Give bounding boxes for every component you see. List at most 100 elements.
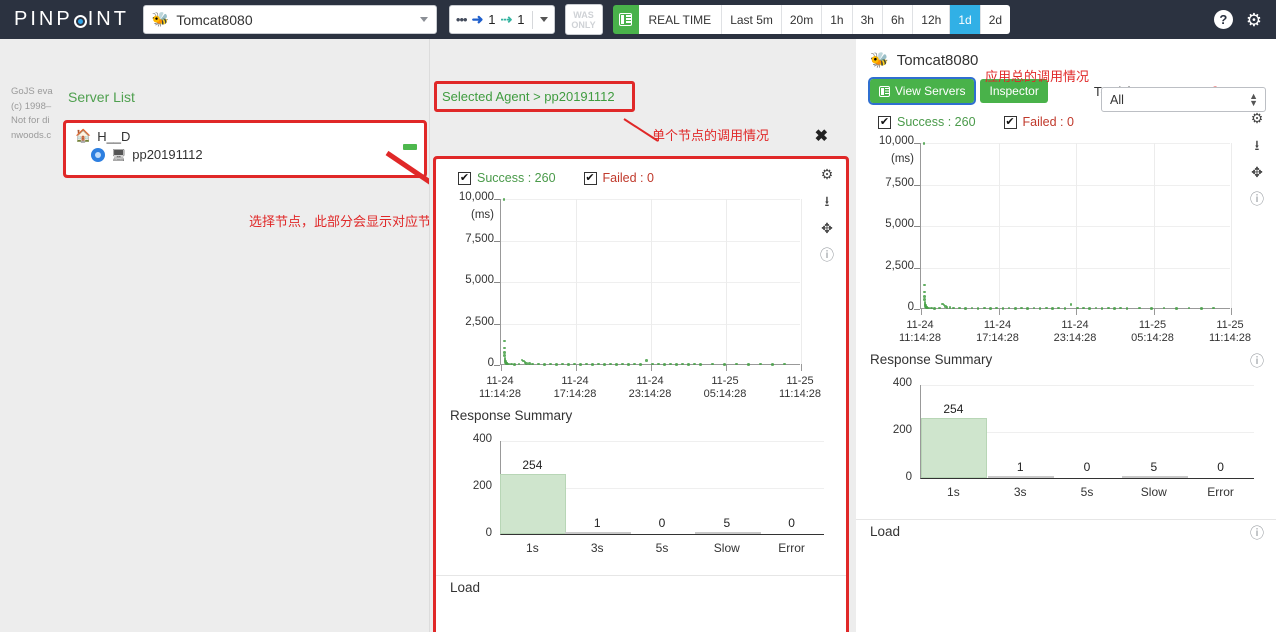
scatter-point xyxy=(1175,307,1178,310)
scatter-point xyxy=(1032,306,1036,310)
realtime-button[interactable]: REAL TIME xyxy=(638,5,723,34)
help-icon[interactable]: ⓘ xyxy=(1250,351,1264,371)
time-range-1h[interactable]: 1h xyxy=(822,5,853,34)
legend-failed-middle[interactable]: ✔ Failed : 0 xyxy=(583,171,654,185)
server-icon: 🖥 xyxy=(111,147,127,162)
bar[interactable] xyxy=(988,476,1055,478)
scatter-point xyxy=(923,283,926,287)
response-summary-label-right: Response Summary xyxy=(870,352,993,367)
checkbox-failed-icon[interactable]: ✔ xyxy=(1003,115,1017,129)
load-title-middle: Load xyxy=(450,580,481,595)
view-servers-button[interactable]: View Servers xyxy=(867,77,977,105)
y-axis-tick xyxy=(494,365,500,366)
scatter-point xyxy=(502,198,506,201)
scatter-point xyxy=(657,362,660,366)
scatter-point xyxy=(1026,307,1029,310)
legend-failed-label: Failed : 0 xyxy=(602,171,654,185)
scatter-point xyxy=(1001,307,1005,310)
legend-success-label: Success : 260 xyxy=(897,115,976,129)
bar-category-label: 3s xyxy=(1013,485,1027,499)
y-axis-tick-label: 0 xyxy=(907,301,914,313)
scatter-point xyxy=(693,362,696,365)
bar-category-label: Slow xyxy=(1140,485,1167,499)
scatter-point xyxy=(531,362,534,366)
help-icon[interactable]: ⓘ xyxy=(1250,523,1264,543)
bar[interactable] xyxy=(1121,476,1188,478)
close-icon[interactable]: ✖ xyxy=(815,126,828,146)
bug-icon: 🐝 xyxy=(151,11,170,27)
scatter-point xyxy=(1200,307,1203,310)
gear-icon[interactable]: ⚙ xyxy=(1251,111,1264,125)
x-tick-date: 11-25 xyxy=(786,375,814,387)
checkbox-success-icon[interactable]: ✔ xyxy=(458,171,471,185)
watermark-line: nwoods.c xyxy=(11,129,52,141)
node-group-row[interactable]: 🏠 H__D xyxy=(65,122,425,144)
server-node-card[interactable]: 🏠 H__D 🖥 pp20191112 xyxy=(65,122,425,175)
scatter-point xyxy=(517,362,520,366)
x-tick-date: 11-24 xyxy=(1061,319,1089,331)
inbound-count: 1 xyxy=(488,12,496,27)
scatter-point xyxy=(585,362,588,366)
gear-icon[interactable]: ⚙ xyxy=(821,167,834,181)
scatter-point xyxy=(1138,306,1141,310)
node-count-box[interactable]: ••• ➜ 1 ⇢ 1 xyxy=(448,5,555,34)
bar[interactable] xyxy=(694,532,761,534)
y-axis-tick-label: 0 xyxy=(485,527,492,539)
application-panel: 🐝 Tomcat8080 All ▲ ▼ View Servers Inspect… xyxy=(856,39,1276,632)
scatter-chart-right: 0 2,500 5,000 7,500 10,000 (ms) 11-24 11:14:28 1… xyxy=(856,131,1276,346)
x-tick-time: 05:14:28 xyxy=(703,388,747,400)
time-range-3h[interactable]: 3h xyxy=(852,5,883,34)
grid-line xyxy=(921,385,1254,386)
response-summary-chart-right: 0 200 400 254 1s 1 3s 0 5s 5 Slow 0 Error xyxy=(856,373,1276,513)
was-only-line2: ONLY xyxy=(571,19,596,30)
status-dot-icon xyxy=(91,147,105,162)
logo-text-left: PINP xyxy=(14,8,73,30)
bar[interactable] xyxy=(921,418,988,478)
bar[interactable] xyxy=(565,532,632,534)
x-tick-time: 23:14:28 xyxy=(628,388,672,400)
scatter-point xyxy=(1007,306,1011,310)
legend-failed-label: Failed : 0 xyxy=(1022,115,1074,129)
grid-line xyxy=(1076,143,1077,308)
scatter-point xyxy=(964,307,967,310)
bar-value-label: 5 xyxy=(1150,460,1158,474)
bug-icon: 🐝 xyxy=(870,52,889,69)
node-agent-label: pp20191112 xyxy=(132,147,203,162)
checkbox-success-icon[interactable]: ✔ xyxy=(878,115,891,129)
time-range-20m[interactable]: 20m xyxy=(781,5,823,34)
scatter-point xyxy=(1162,306,1166,310)
scatter-point xyxy=(687,363,690,366)
legend-success-right[interactable]: ✔ Success : 260 xyxy=(878,115,976,129)
scatter-point xyxy=(923,290,926,294)
time-range-6h[interactable]: 6h xyxy=(882,5,914,34)
chart-legend-middle: ✔ Success : 260 ✔ Failed : 0 ⚙ ⭳ ✥ ⓘ xyxy=(436,159,846,262)
chevron-down-icon[interactable] xyxy=(539,17,548,22)
list-view-icon[interactable] xyxy=(612,5,639,34)
application-select[interactable]: 🐝 Tomcat8080 xyxy=(142,5,437,34)
checkbox-failed-icon[interactable]: ✔ xyxy=(583,171,597,185)
y-axis-tick-label: 400 xyxy=(472,433,492,445)
node-agent-row[interactable]: 🖥 pp20191112 xyxy=(65,144,425,162)
bar[interactable] xyxy=(500,474,567,534)
pinpoint-logo: PINP INT xyxy=(14,8,129,31)
health-bar-icon xyxy=(403,144,417,150)
bar-value-label: 254 xyxy=(943,402,964,417)
y-axis-tick-label: 2,500 xyxy=(465,315,494,328)
watermark-line: (c) 1998– xyxy=(11,100,52,112)
time-range-last5m[interactable]: Last 5m xyxy=(722,5,782,34)
was-only-button[interactable]: WAS ONLY xyxy=(564,4,603,35)
legend-success-label: Success : 260 xyxy=(477,171,556,185)
scatter-point xyxy=(1020,306,1023,310)
legend-success-middle[interactable]: ✔ Success : 260 xyxy=(458,171,556,185)
gear-icon[interactable]: ⚙ xyxy=(1246,11,1262,29)
bar-category-label: 5s xyxy=(655,541,669,555)
legend-failed-right[interactable]: ✔ Failed : 0 xyxy=(1003,115,1074,129)
time-range-2d[interactable]: 2d xyxy=(980,5,1011,34)
scatter-point xyxy=(1119,306,1122,309)
x-tick-date: 11-24 xyxy=(906,319,934,331)
scatter-point xyxy=(555,363,558,366)
time-range-1d[interactable]: 1d xyxy=(950,5,981,34)
help-icon[interactable]: ? xyxy=(1213,10,1233,29)
x-tick-date: 11-24 xyxy=(983,319,1012,331)
time-range-12h[interactable]: 12h xyxy=(913,5,951,34)
